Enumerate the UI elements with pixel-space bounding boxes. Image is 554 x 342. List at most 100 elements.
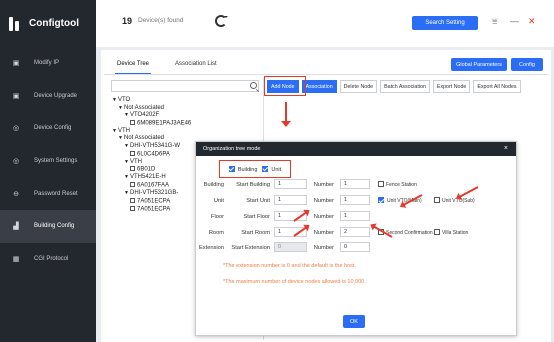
fence-station-checkbox[interactable]: Fence Station [378, 181, 417, 188]
tree-group-node[interactable]: ▼VTH5421E-H [112, 174, 191, 182]
mode-unit-checkbox[interactable]: Unit [262, 165, 282, 173]
global-parameters-button[interactable]: Global Parameters [451, 58, 507, 71]
checkbox-icon[interactable] [130, 182, 135, 188]
sidebar-item-cgi-protocol[interactable]: ▦ CGI Protocol [0, 243, 96, 276]
system-settings-icon: ◎ [12, 158, 20, 166]
sidebar-item-building-config[interactable]: ▟ Building Config [0, 209, 96, 243]
checkbox-icon[interactable] [130, 166, 135, 172]
start-unit-input[interactable]: 1 [274, 195, 307, 205]
tree-device-node[interactable]: 6M089E1PAJ3AE46 [112, 119, 191, 128]
building-number-input[interactable]: 1 [340, 179, 370, 189]
menu-icon[interactable]: ⩸ [492, 16, 497, 27]
start-floor-label: Start Floor [243, 214, 270, 220]
start-building-label: Start Building [236, 182, 270, 188]
close-icon[interactable]: ✕ [528, 16, 536, 27]
dialog-title: Organization tree mode [203, 146, 261, 152]
tree-group-node[interactable]: ▼DHI-VTH5321GB- [112, 190, 191, 198]
app-title: Configtool [29, 18, 79, 29]
refresh-icon[interactable] [215, 15, 228, 27]
device-config-icon: ◎ [12, 125, 20, 133]
tree-group-node[interactable]: ▼VTH [112, 128, 191, 136]
villa-station-checkbox[interactable]: Villa Station [434, 229, 468, 236]
tree-group-node[interactable]: ▼VTO4202F [112, 112, 191, 120]
dialog-close-icon[interactable]: × [504, 145, 508, 152]
extension-note: *The extension number is 0 and the defau… [223, 263, 356, 269]
extension-label: Extension [199, 245, 224, 251]
sidebar-item-system-settings[interactable]: ◎ System Settings [0, 145, 96, 178]
start-unit-label: Start Unit [246, 198, 270, 204]
mode-building-label: Building [237, 166, 258, 173]
delete-node-button[interactable]: Delete Node [339, 80, 378, 93]
number-label: Number [313, 214, 334, 220]
tree-group-node[interactable]: ▼Not Associated [112, 135, 191, 143]
extension-number-input[interactable]: 0 [340, 242, 370, 252]
minimize-icon[interactable]: — [510, 16, 519, 26]
sidebar: Configtool ▣ Modify IP ▣ Device Upgrade ◎ Dev… [0, 0, 96, 342]
tree-device-node[interactable]: 6B01D [112, 166, 191, 174]
password-reset-icon: ⊖ [13, 190, 19, 198]
start-building-input[interactable]: 1 [274, 179, 307, 189]
unit-label: Unit [213, 198, 224, 204]
room-number-input[interactable]: 2 [340, 227, 370, 237]
config-button[interactable]: Config [511, 58, 543, 71]
sidebar-item-label: CGI Protocol [34, 255, 69, 262]
sidebar-item-device-config[interactable]: ◎ Device Config [0, 112, 96, 145]
tree-node-label: 6L0C4D6PA [137, 151, 170, 158]
checkbox-icon[interactable] [130, 197, 135, 203]
tree-device-node[interactable]: 7A051ECPA [112, 197, 191, 206]
tree-device-node[interactable]: 7A051ECPA [112, 205, 191, 214]
device-tree: ▼VTO ▼Not Associated ▼VTO4202F 6M089E1PAJ3A… [112, 97, 191, 214]
tree-node-label: DHI-VTH5321GB- [130, 190, 179, 197]
checkbox-icon[interactable] [130, 150, 135, 156]
tree-node-label: Not Associated [124, 104, 165, 111]
mode-unit-label: Unit [271, 166, 282, 173]
tree-group-node[interactable]: ▼DHI-VTH5341G-W [112, 143, 191, 151]
number-label: Number [313, 230, 334, 236]
export-all-nodes-button[interactable]: Export All Nodes [473, 80, 521, 93]
building-label: Building [203, 182, 224, 188]
checkbox-checked-icon [228, 165, 235, 172]
search-setting-button[interactable]: Search Setting [412, 16, 478, 30]
sidebar-item-label: Device Config [34, 125, 72, 132]
room-label: Room [208, 230, 224, 236]
tree-group-node[interactable]: ▼Not Associated [112, 105, 191, 113]
checkbox-checked-icon [262, 165, 269, 172]
export-node-button[interactable]: Export Node [432, 80, 471, 93]
tree-node-label: VTO4202F [130, 112, 160, 119]
tree-search-input[interactable] [111, 80, 259, 92]
batch-association-button[interactable]: Batch Association [380, 80, 430, 93]
ok-button[interactable]: OK [343, 315, 365, 328]
configtool-logo-icon [9, 16, 22, 31]
tree-node-label: Not Associated [124, 135, 165, 142]
association-button[interactable]: Association [301, 80, 337, 93]
tree-group-node[interactable]: ▼VTH [112, 159, 191, 167]
checkbox-icon[interactable] [130, 205, 135, 211]
cgi-protocol-icon: ▦ [12, 255, 20, 263]
sidebar-item-device-upgrade[interactable]: ▣ Device Upgrade [0, 80, 96, 113]
villa-station-label: Villa Station [442, 230, 469, 236]
tab-device-tree[interactable]: Device Tree [115, 59, 152, 74]
checkbox-checked-icon [378, 197, 384, 203]
tree-node-label: 7A051ECPA [137, 206, 171, 213]
checkbox-icon [378, 181, 384, 187]
fence-station-label: Fence Station [386, 182, 417, 188]
dialog-header: Organization tree mode × [196, 142, 516, 156]
sidebar-item-password-reset[interactable]: ⊖ Password Reset [0, 177, 96, 210]
number-label: Number [313, 245, 334, 251]
tree-node-label: VTH [130, 158, 142, 165]
tree-device-node[interactable]: 6L0C4D6PA [112, 150, 191, 159]
unit-number-input[interactable]: 1 [340, 195, 370, 205]
tree-node-label: 7A051ECPA [137, 198, 171, 205]
search-icon[interactable] [250, 82, 257, 89]
divider [104, 74, 549, 75]
tab-association-list[interactable]: Association List [173, 59, 219, 74]
floor-number-input[interactable]: 1 [340, 211, 370, 221]
tree-node-label: VTH5421E-H [130, 174, 166, 181]
max-nodes-note: *The maximum number of device nodes allo… [223, 279, 366, 285]
checkbox-icon[interactable] [130, 119, 135, 125]
tree-group-node[interactable]: ▼VTO [112, 97, 191, 105]
unit-vto-sub-checkbox[interactable]: Unit VTO(Sub) [434, 197, 475, 204]
sidebar-item-modify-ip[interactable]: ▣ Modify IP [0, 47, 96, 80]
mode-building-checkbox[interactable]: Building [228, 165, 258, 173]
tree-device-node[interactable]: 6A0167FAA [112, 182, 191, 190]
